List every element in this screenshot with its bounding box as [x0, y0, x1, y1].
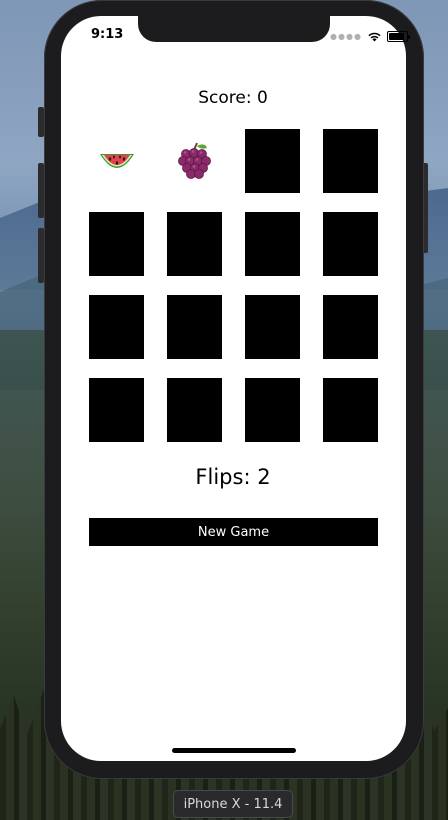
- card-16[interactable]: [323, 378, 378, 442]
- card-9[interactable]: [89, 295, 144, 359]
- grapes-icon: [175, 141, 215, 181]
- card-3[interactable]: [245, 129, 300, 193]
- notch: [138, 16, 330, 42]
- score-label: Score: 0: [198, 88, 268, 108]
- status-icons: ●●●●: [330, 27, 410, 46]
- card-11[interactable]: [245, 295, 300, 359]
- new-game-button[interactable]: New Game: [89, 518, 378, 546]
- card-8[interactable]: [323, 212, 378, 276]
- card-13[interactable]: [89, 378, 144, 442]
- card-14[interactable]: [167, 378, 222, 442]
- card-15[interactable]: [245, 378, 300, 442]
- flips-label: Flips: 2: [195, 465, 271, 489]
- cellular-signal-icon: ●●●●: [330, 31, 362, 41]
- status-time: 9:13: [91, 27, 124, 42]
- card-4[interactable]: [323, 129, 378, 193]
- card-5[interactable]: [89, 212, 144, 276]
- home-indicator[interactable]: [172, 748, 296, 753]
- card-10[interactable]: [167, 295, 222, 359]
- card-12[interactable]: [323, 295, 378, 359]
- card-7[interactable]: [245, 212, 300, 276]
- watermelon-icon: [97, 146, 137, 176]
- card-1[interactable]: [89, 129, 144, 193]
- card-2[interactable]: [167, 129, 222, 193]
- card-6[interactable]: [167, 212, 222, 276]
- wifi-icon: [367, 27, 382, 46]
- simulator-device-label: iPhone X - 11.4: [173, 790, 293, 818]
- battery-icon: [386, 31, 410, 42]
